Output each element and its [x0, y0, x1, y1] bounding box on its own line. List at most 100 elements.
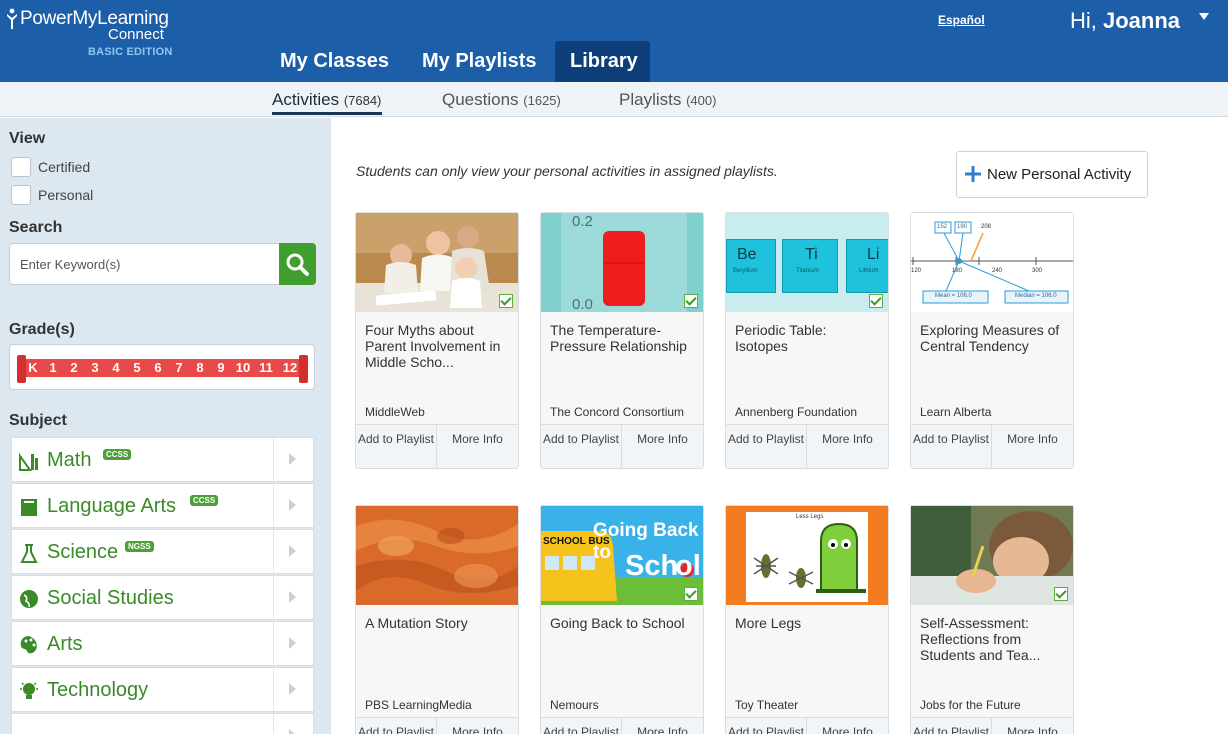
family-photo-thumbnail[interactable] — [356, 213, 518, 312]
subject-language-arts[interactable]: Language Arts CCSS — [11, 483, 314, 528]
cells-thumbnail[interactable] — [356, 506, 518, 605]
card-source: Annenberg Foundation — [735, 405, 858, 419]
add-to-playlist-button[interactable]: Add to Playlist — [541, 718, 622, 734]
expand-arrow-icon[interactable] — [273, 576, 313, 619]
add-to-playlist-button[interactable]: Add to Playlist — [541, 425, 622, 468]
subject-math[interactable]: Math CCSS — [11, 437, 314, 482]
view-heading: View — [9, 130, 46, 147]
periodic-table-thumbnail[interactable]: Be Beryllium Ti Titanium Li Lithium — [726, 213, 888, 312]
school-bus-thumbnail[interactable]: SCHOOL BUS Going Back to Sch ol — [541, 506, 703, 605]
add-to-playlist-button[interactable]: Add to Playlist — [356, 718, 437, 734]
more-info-button[interactable]: More Info — [992, 425, 1073, 468]
more-info-button[interactable]: More Info — [992, 718, 1073, 734]
greeting-prefix: Hi, — [1070, 8, 1103, 33]
number-box: 208 — [981, 224, 992, 230]
tab-activities[interactable]: Activities (7684) — [272, 90, 381, 110]
more-info-button[interactable]: More Info — [622, 425, 703, 468]
thermometer-thumbnail[interactable]: 0.2 0.0 — [541, 213, 703, 312]
subject-heading: Subject — [9, 412, 67, 429]
new-personal-activity-button[interactable]: New Personal Activity — [956, 151, 1148, 198]
expand-arrow-icon[interactable] — [273, 438, 313, 481]
activity-card[interactable]: SCHOOL BUS Going Back to Sch ol Going Ba… — [540, 505, 704, 734]
card-title[interactable]: Going Back to School — [550, 615, 698, 631]
add-to-playlist-button[interactable]: Add to Playlist — [726, 718, 807, 734]
grade-label: 2 — [70, 360, 78, 375]
thumbnail-heading: Sch — [625, 550, 679, 582]
expand-arrow-icon[interactable] — [273, 484, 313, 527]
activity-card[interactable]: Less Legs More Legs Toy Theater Add to P… — [725, 505, 889, 734]
search-input[interactable] — [10, 244, 280, 284]
library-subtabs: Activities (7684) Questions (1625) Playl… — [0, 82, 1228, 117]
card-title[interactable]: The Temperature-Pressure Relationship — [550, 322, 698, 354]
expand-arrow-icon[interactable] — [273, 714, 313, 734]
certified-label: Certified — [38, 159, 91, 175]
thumbnail-title: Less Legs — [796, 514, 824, 520]
grade-label: 12 — [282, 360, 298, 375]
card-source: Nemours — [550, 698, 599, 712]
more-info-button[interactable]: More Info — [807, 425, 888, 468]
activity-card[interactable]: A Mutation Story PBS LearningMedia Add t… — [355, 505, 519, 734]
add-to-playlist-button[interactable]: Add to Playlist — [911, 425, 992, 468]
grade-max-handle[interactable] — [299, 355, 308, 383]
user-greeting-menu[interactable]: Hi, Joanna — [1070, 8, 1180, 34]
student-writing-thumbnail[interactable] — [911, 506, 1073, 605]
search-button[interactable] — [279, 243, 316, 285]
subject-label: Arts — [47, 633, 83, 655]
grade-label: 10 — [235, 360, 251, 375]
activity-card[interactable]: Four Myths about Parent Involvement in M… — [355, 212, 519, 469]
personal-checkbox[interactable] — [11, 185, 31, 205]
element-symbol: Be — [737, 246, 757, 263]
card-title[interactable]: Four Myths about Parent Involvement in M… — [365, 322, 513, 370]
subject-technology[interactable]: Technology — [11, 667, 314, 712]
tab-questions[interactable]: Questions (1625) — [442, 90, 561, 110]
ccss-badge: CCSS — [103, 449, 132, 460]
activity-card[interactable]: Self-Assessment: Reflections from Studen… — [910, 505, 1074, 734]
card-title[interactable]: Self-Assessment: Reflections from Studen… — [920, 615, 1068, 663]
card-source: Learn Alberta — [920, 405, 992, 419]
search-field[interactable] — [9, 243, 281, 285]
subject-world-languages-partial[interactable] — [11, 713, 314, 734]
element-name: Beryllium — [733, 268, 758, 274]
search-icon — [286, 253, 309, 276]
add-to-playlist-button[interactable]: Add to Playlist — [911, 718, 992, 734]
grade-label: 7 — [175, 360, 183, 375]
number-line-thumbnail[interactable]: 152 190 208 120 180 240 300 Mean = 106.0… — [911, 213, 1073, 312]
card-title[interactable]: More Legs — [735, 615, 883, 631]
subject-social-studies[interactable]: Social Studies — [11, 575, 314, 620]
element-symbol: Li — [867, 246, 880, 263]
more-info-button[interactable]: More Info — [437, 425, 518, 468]
subject-arts[interactable]: Arts — [11, 621, 314, 666]
add-to-playlist-button[interactable]: Add to Playlist — [726, 425, 807, 468]
grade-label: 1 — [49, 360, 57, 375]
expand-arrow-icon[interactable] — [273, 622, 313, 665]
personal-label: Personal — [38, 187, 94, 203]
more-info-button[interactable]: More Info — [807, 718, 888, 734]
activity-card[interactable]: 0.2 0.0 The Temperature-Pressure Relatio… — [540, 212, 704, 469]
search-heading: Search — [9, 219, 63, 236]
nav-tab-my-classes[interactable]: My Classes — [265, 41, 404, 82]
expand-arrow-icon[interactable] — [273, 668, 313, 711]
card-title[interactable]: Periodic Table: Isotopes — [735, 322, 883, 354]
certified-checkbox[interactable] — [11, 157, 31, 177]
chevron-down-icon[interactable] — [1199, 13, 1209, 20]
certified-check-icon — [684, 587, 698, 601]
add-to-playlist-button[interactable]: Add to Playlist — [356, 425, 437, 468]
nav-tab-library[interactable]: Library — [555, 41, 650, 82]
expand-arrow-icon[interactable] — [273, 530, 313, 573]
number-line-tick: 240 — [992, 268, 1003, 274]
monster-thumbnail[interactable]: Less Legs — [726, 506, 888, 605]
language-link[interactable]: Español — [938, 13, 985, 27]
certified-check-icon — [1054, 587, 1068, 601]
activity-card[interactable]: Be Beryllium Ti Titanium Li Lithium Peri… — [725, 212, 889, 469]
more-info-button[interactable]: More Info — [622, 718, 703, 734]
activity-card[interactable]: 152 190 208 120 180 240 300 Mean = 106.0… — [910, 212, 1074, 469]
grade-range-slider[interactable]: K 1 2 3 4 5 6 7 8 9 10 11 12 — [9, 344, 315, 390]
card-actions: Add to Playlist More Info — [911, 424, 1073, 468]
nav-tab-my-playlists[interactable]: My Playlists — [407, 41, 552, 82]
card-actions: Add to Playlist More Info — [911, 717, 1073, 734]
card-title[interactable]: Exploring Measures of Central Tendency — [920, 322, 1068, 354]
card-title[interactable]: A Mutation Story — [365, 615, 513, 631]
subject-science[interactable]: Science NGSS — [11, 529, 314, 574]
tab-playlists[interactable]: Playlists (400) — [619, 90, 716, 110]
more-info-button[interactable]: More Info — [437, 718, 518, 734]
